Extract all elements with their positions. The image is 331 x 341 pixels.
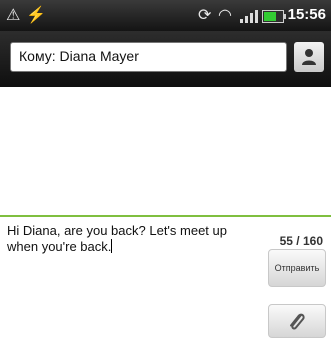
attach-button[interactable] <box>268 304 326 338</box>
message-thread-area <box>0 87 331 215</box>
character-counter: 55 / 160 <box>279 234 323 248</box>
status-bar: ⚠ ⚡ ⟳ ◠ 15:56 <box>0 0 331 31</box>
signal-icon <box>240 9 258 23</box>
compose-header: Кому: Diana Mayer <box>0 31 331 87</box>
sync-icon: ⟳ <box>198 7 212 24</box>
text-cursor <box>111 239 113 253</box>
usb-icon: ⚡ <box>26 7 46 24</box>
recipient-field[interactable]: Кому: Diana Mayer <box>10 42 287 72</box>
compose-area: Hi Diana, are you back? Let's meet up wh… <box>0 215 331 341</box>
message-text: Hi Diana, are you back? Let's meet up wh… <box>7 223 231 254</box>
send-button[interactable]: Отправить <box>268 249 326 287</box>
paperclip-icon <box>290 313 305 330</box>
message-input[interactable]: Hi Diana, are you back? Let's meet up wh… <box>7 223 257 255</box>
battery-level <box>264 12 277 21</box>
contact-picker-button[interactable] <box>294 42 324 72</box>
status-time: 15:56 <box>287 6 326 23</box>
android-debug-icon: ⚠ <box>6 7 21 24</box>
person-icon <box>302 49 316 65</box>
wifi-icon: ◠ <box>218 7 232 24</box>
battery-icon <box>262 10 286 23</box>
